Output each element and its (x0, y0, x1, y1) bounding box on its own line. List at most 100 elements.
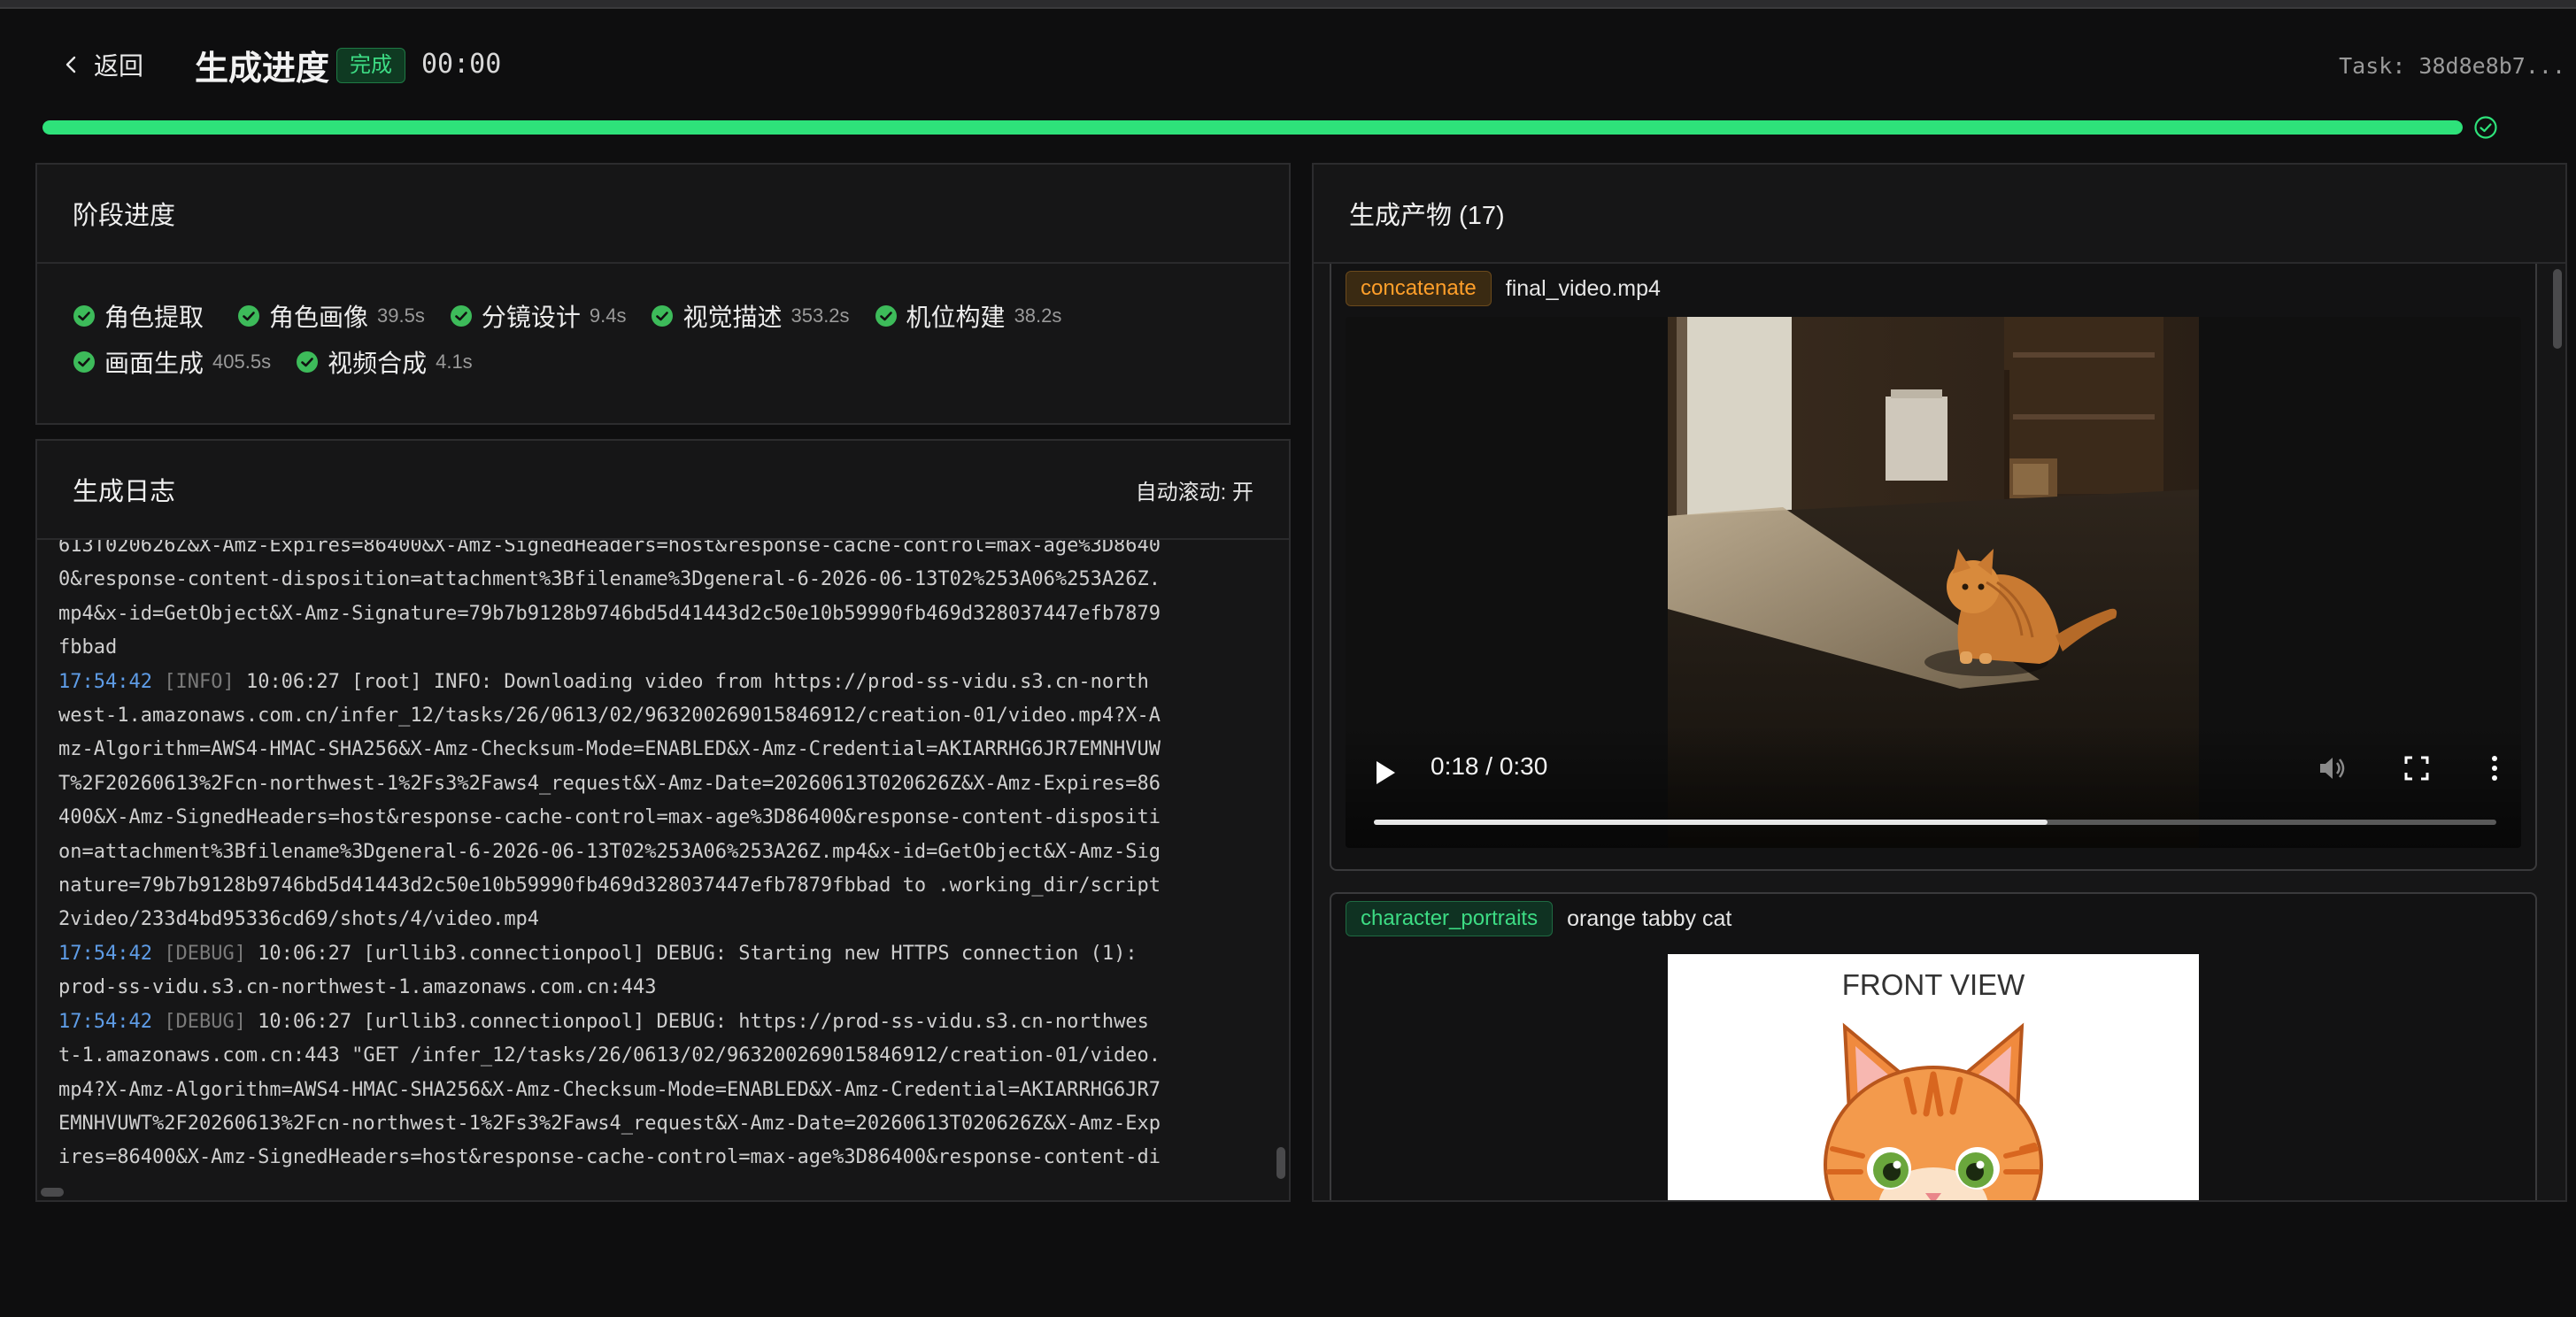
stage-item: 画面生成 405.5s (73, 349, 272, 377)
log-text: prod-ss-vidu.s3.cn-northwest-1.amazonaws… (58, 976, 657, 999)
fullscreen-icon[interactable] (2401, 752, 2433, 784)
log-line: 17:54:42 [INFO] 10:06:27 [root] INFO: Do… (58, 666, 1276, 699)
volume-icon[interactable] (2316, 752, 2348, 784)
log-panel: 生成日志 自动滚动: 开 613T020626Z&X-Amz-Expires=8… (35, 439, 1291, 1202)
log-text: mz-Algorithm=AWS4-HMAC-SHA256&X-Amz-Chec… (58, 738, 1161, 761)
artifacts-vertical-scrollbar[interactable] (2553, 269, 2562, 349)
play-icon[interactable] (1374, 759, 1397, 786)
stage-name: 分镜设计 (481, 304, 581, 331)
stage-name: 角色提取 (104, 304, 204, 331)
log-text: 10:06:27 [urllib3.connectionpool] DEBUG:… (245, 1010, 1149, 1033)
status-badge: 完成 (336, 48, 405, 83)
progress-fill (42, 120, 2463, 135)
video-time: 0:18 / 0:30 (1431, 752, 1548, 780)
portrait-caption: FRONT VIEW (1841, 968, 2025, 1001)
stage-name: 画面生成 (104, 350, 204, 377)
artifacts-panel: 生成产物 (17) concatenate final_video.mp4 0:… (1312, 163, 2567, 1202)
log-line: 2video/233d4bd95336cd69/shots/4/video.mp… (58, 903, 1276, 936)
log-scroll-area[interactable]: 613T020626Z&X-Amz-Expires=86400&X-Amz-Si… (37, 540, 1276, 1179)
stage-item: 分镜设计 9.4s (450, 303, 626, 331)
overall-progress-bar (42, 120, 2463, 135)
log-line: ires=86400&X-Amz-SignedHeaders=host&resp… (58, 1141, 1276, 1175)
log-panel-header: 生成日志 自动滚动: 开 (37, 441, 1289, 540)
check-circle-icon (450, 305, 472, 327)
check-circle-icon (73, 351, 95, 373)
log-line: mp4&x-id=GetObject&X-Amz-Signature=79b7b… (58, 597, 1276, 631)
chevron-left-icon (66, 56, 76, 73)
log-level: [DEBUG] (164, 1010, 246, 1033)
stage-panel-title: 阶段进度 (73, 202, 176, 230)
log-text: 400&X-Amz-SignedHeaders=host&response-ca… (58, 806, 1161, 829)
log-text: t-1.amazonaws.com.cn:443 "GET /infer_12/… (58, 1044, 1161, 1067)
page-header: 返回 生成进度 完成 00:00 Task: 38d8e8b7... (0, 35, 2576, 94)
artifact-card-header: concatenate final_video.mp4 (1346, 271, 1661, 306)
artifact-card-image: character_portraits orange tabby cat FRO… (1330, 892, 2537, 1200)
log-text: fbbad (58, 636, 118, 659)
artifact-type-tag: character_portraits (1346, 901, 1554, 936)
check-circle-icon (238, 305, 260, 327)
stage-panel-header: 阶段进度 (37, 165, 1289, 264)
log-level: [DEBUG] (164, 942, 246, 965)
check-circle-icon (652, 305, 674, 327)
stage-item: 机位构建 38.2s (875, 303, 1062, 331)
video-seek-fill (1374, 820, 2048, 825)
artifact-type-tag: concatenate (1346, 271, 1492, 306)
log-line: T%2F20260613%2Fcn-northwest-1%2Fs3%2Faws… (58, 767, 1276, 801)
log-text: nature=79b7b9128b9746bd5d41443d2c50e10b5… (58, 874, 1161, 897)
stage-item: 角色画像 39.5s (237, 303, 425, 331)
artifact-name: orange tabby cat (1567, 905, 1732, 931)
artifacts-scroll-area[interactable]: concatenate final_video.mp4 0:18 / 0:30 … (1314, 264, 2551, 1200)
log-text: west-1.amazonaws.com.cn/infer_12/tasks/2… (58, 705, 1161, 728)
artifact-card-video: concatenate final_video.mp4 0:18 / 0:30 (1330, 264, 2537, 871)
log-line: mp4?X-Amz-Algorithm=AWS4-HMAC-SHA256&X-A… (58, 1074, 1276, 1107)
stage-item: 角色提取 (73, 303, 212, 331)
video-player[interactable]: 0:18 / 0:30 (1346, 317, 2521, 848)
log-line: 400&X-Amz-SignedHeaders=host&response-ca… (58, 801, 1276, 835)
log-timestamp: 17:54:42 (58, 942, 152, 965)
log-line: prod-ss-vidu.s3.cn-northwest-1.amazonaws… (58, 971, 1276, 1005)
log-level: [INFO] (164, 670, 235, 693)
stage-duration: 405.5s (212, 350, 272, 373)
elapsed-timer: 00:00 (421, 49, 502, 80)
stage-duration: 353.2s (791, 304, 850, 327)
check-circle-icon (2474, 116, 2497, 139)
log-text: 2video/233d4bd95336cd69/shots/4/video.mp… (58, 908, 540, 931)
stage-item: 视频合成 4.1s (296, 349, 473, 377)
video-seek-bar[interactable] (1374, 820, 2496, 825)
log-timestamp: 17:54:42 (58, 1010, 152, 1033)
log-line: 17:54:42 [DEBUG] 10:06:27 [urllib3.conne… (58, 937, 1276, 971)
character-portrait-image[interactable]: FRONT VIEW (1668, 954, 2199, 1200)
log-text: ires=86400&X-Amz-SignedHeaders=host&resp… (58, 1146, 1161, 1169)
log-line: t-1.amazonaws.com.cn:443 "GET /infer_12/… (58, 1039, 1276, 1073)
back-button[interactable]: 返回 (62, 48, 143, 81)
stage-duration: 38.2s (1014, 304, 1062, 327)
log-line: 613T020626Z&X-Amz-Expires=86400&X-Amz-Si… (58, 540, 1276, 563)
more-vertical-icon[interactable] (2484, 752, 2505, 784)
log-text: 10:06:27 [root] INFO: Downloading video … (234, 670, 1149, 693)
log-lines: 613T020626Z&X-Amz-Expires=86400&X-Amz-Si… (58, 540, 1276, 1175)
log-text: mp4&x-id=GetObject&X-Amz-Signature=79b7b… (58, 602, 1161, 625)
stage-duration: 4.1s (436, 350, 473, 373)
auto-scroll-toggle[interactable]: 自动滚动: 开 (1136, 474, 1253, 505)
stage-duration: 39.5s (377, 304, 425, 327)
stage-progress-panel: 阶段进度 角色提取 角色画像 39.5s 分镜设计 9.4s 视觉描述 353.2s 机位构建… (35, 163, 1291, 425)
log-line: on=attachment%3Bfilename%3Dgeneral-6-202… (58, 836, 1276, 869)
artifact-card-header: character_portraits orange tabby cat (1346, 901, 1731, 936)
log-line: west-1.amazonaws.com.cn/infer_12/tasks/2… (58, 699, 1276, 733)
window-top-strip (0, 0, 2576, 9)
log-text: 10:06:27 [urllib3.connectionpool] DEBUG:… (245, 942, 1138, 965)
log-vertical-scrollbar[interactable] (1276, 1147, 1285, 1179)
log-line: 17:54:42 [DEBUG] 10:06:27 [urllib3.conne… (58, 1005, 1276, 1039)
stage-name: 机位构建 (906, 304, 1006, 331)
check-circle-icon (875, 305, 897, 327)
page-title: 生成进度 (195, 50, 330, 88)
log-text: T%2F20260613%2Fcn-northwest-1%2Fs3%2Faws… (58, 772, 1161, 795)
artifacts-panel-header: 生成产物 (17) (1314, 165, 2565, 264)
stage-list: 角色提取 角色画像 39.5s 分镜设计 9.4s 视觉描述 353.2s 机位构建 38.2s… (37, 264, 1289, 377)
task-id: Task: 38d8e8b7... (2339, 53, 2565, 79)
check-circle-icon (73, 305, 95, 327)
log-text: on=attachment%3Bfilename%3Dgeneral-6-202… (58, 840, 1161, 863)
log-horizontal-scrollbar[interactable] (41, 1188, 64, 1197)
artifacts-panel-title: 生成产物 (17) (1349, 202, 1505, 230)
stage-name: 视觉描述 (683, 304, 783, 331)
